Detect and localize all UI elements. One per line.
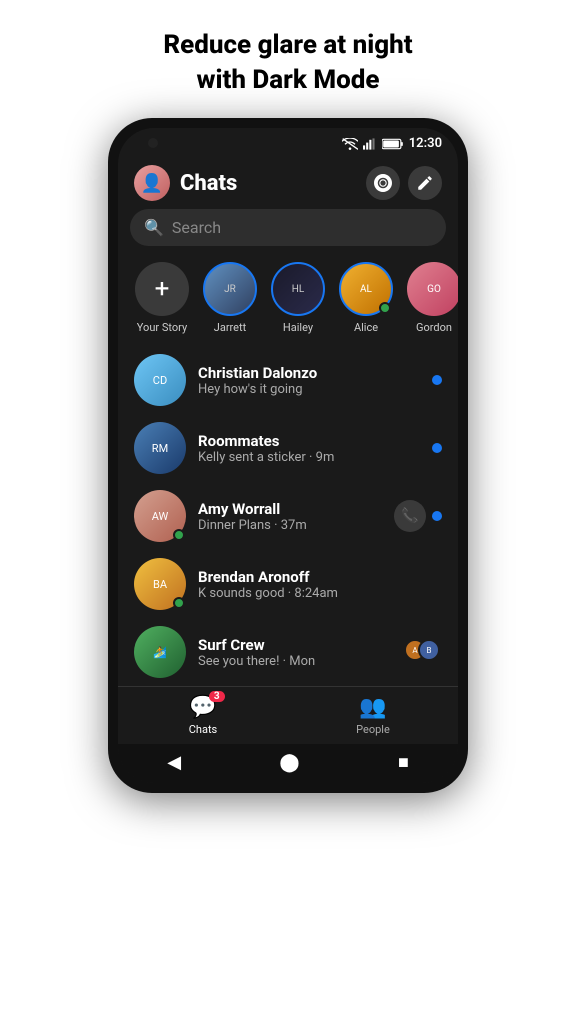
status-bar: 12:30 (118, 128, 458, 155)
story-label-jarrett: Jarrett (214, 321, 246, 334)
avatar-christian: CD (134, 354, 186, 406)
story-label-gordon: Gordon (416, 321, 452, 334)
user-avatar[interactable]: 👤 (134, 165, 170, 201)
chat-preview-roommates: Kelly sent a sticker · 9m (198, 450, 420, 465)
home-button[interactable]: ⬤ (279, 752, 299, 773)
chat-info-roommates: Roommates Kelly sent a sticker · 9m (198, 432, 420, 465)
avatar-roommates: RM (134, 422, 186, 474)
header-title: Chats (180, 171, 356, 196)
search-icon: 🔍 (144, 218, 164, 237)
story-item-alice[interactable]: AL Alice (334, 262, 398, 334)
recent-button[interactable]: ■ (398, 752, 409, 773)
story-label-your-story: Your Story (137, 321, 187, 334)
unread-dot-christian (432, 375, 442, 385)
chat-meta-roommates (432, 443, 442, 453)
people-nav-label: People (356, 723, 390, 736)
chat-meta-amy: 📞 (394, 500, 442, 532)
story-add-button[interactable]: + (135, 262, 189, 316)
chat-name-christian: Christian Dalonzo (198, 364, 420, 382)
status-time: 12:30 (409, 136, 442, 151)
chat-list: CD Christian Dalonzo Hey how's it going … (118, 346, 458, 686)
story-avatar-hailey: HL (271, 262, 325, 316)
compose-icon (416, 174, 434, 192)
wifi-icon (342, 138, 358, 150)
story-item-hailey[interactable]: HL Hailey (266, 262, 330, 334)
story-avatar-gordon: GO (407, 262, 458, 316)
phone-screen: 12:30 👤 Chats (118, 128, 458, 783)
amy-online-dot (173, 529, 185, 541)
bottom-nav: 💬 3 Chats 👥 People (118, 686, 458, 744)
camera-button[interactable] (366, 166, 400, 200)
signal-icon (363, 138, 377, 150)
chat-name-brendan: Brendan Aronoff (198, 568, 430, 586)
chat-name-amy: Amy Worrall (198, 500, 382, 518)
chat-item-christian[interactable]: CD Christian Dalonzo Hey how's it going (118, 346, 458, 414)
story-avatar-jarrett: JR (203, 262, 257, 316)
story-label-hailey: Hailey (283, 321, 313, 334)
chat-item-amy[interactable]: AW Amy Worrall Dinner Plans · 37m 📞 (118, 482, 458, 550)
call-button-amy[interactable]: 📞 (394, 500, 426, 532)
brendan-online-dot (173, 597, 185, 609)
chat-meta-christian (432, 375, 442, 385)
unread-dot-amy (432, 511, 442, 521)
nav-item-people[interactable]: 👥 People (288, 687, 458, 744)
stories-row: + Your Story JR Jarrett HL Hailey (118, 258, 458, 346)
chat-item-surf[interactable]: 🏄 Surf Crew See you there! · Mon A B (118, 618, 458, 686)
header-actions (366, 166, 442, 200)
story-item-gordon[interactable]: GO Gordon (402, 262, 458, 334)
search-placeholder: Search (172, 218, 221, 237)
chat-name-roommates: Roommates (198, 432, 420, 450)
app-header: 👤 Chats (118, 155, 458, 209)
chats-nav-label: Chats (189, 723, 217, 736)
story-item-jarrett[interactable]: JR Jarrett (198, 262, 262, 334)
surf-group-avatar-2: B (418, 639, 440, 661)
back-button[interactable]: ◀ (167, 752, 181, 773)
compose-button[interactable] (408, 166, 442, 200)
story-item-your-story[interactable]: + Your Story (130, 262, 194, 334)
chat-preview-amy: Dinner Plans · 37m (198, 518, 382, 533)
chat-item-roommates[interactable]: RM Roommates Kelly sent a sticker · 9m (118, 414, 458, 482)
chat-preview-christian: Hey how's it going (198, 382, 420, 397)
story-label-alice: Alice (354, 321, 378, 334)
chats-badge: 3 (209, 691, 225, 702)
chat-preview-surf: See you there! · Mon (198, 654, 392, 669)
unread-dot-roommates (432, 443, 442, 453)
phone-frame: 12:30 👤 Chats (108, 118, 468, 793)
camera-dot (148, 138, 158, 148)
page-headline: Reduce glare at night with Dark Mode (123, 0, 452, 118)
chat-name-surf: Surf Crew (198, 636, 392, 654)
status-icons: 12:30 (342, 136, 442, 151)
chat-item-brendan[interactable]: BA Brendan Aronoff K sounds good · 8:24a… (118, 550, 458, 618)
chats-nav-icon: 💬 3 (189, 695, 216, 720)
alice-online-dot (379, 302, 391, 314)
avatar-surf: 🏄 (134, 626, 186, 678)
avatar-amy-wrap: AW (134, 490, 186, 542)
battery-icon (382, 138, 404, 150)
android-nav-bar: ◀ ⬤ ■ (118, 744, 458, 783)
nav-item-chats[interactable]: 💬 3 Chats (118, 687, 288, 744)
search-bar[interactable]: 🔍 Search (130, 209, 446, 246)
chat-info-amy: Amy Worrall Dinner Plans · 37m (198, 500, 382, 533)
chat-info-surf: Surf Crew See you there! · Mon (198, 636, 392, 669)
camera-icon (374, 174, 392, 192)
chat-preview-brendan: K sounds good · 8:24am (198, 586, 430, 601)
chat-meta-surf: A B (404, 639, 442, 665)
chat-info-brendan: Brendan Aronoff K sounds good · 8:24am (198, 568, 430, 601)
avatar-brendan-wrap: BA (134, 558, 186, 610)
story-avatar-alice-wrap: AL (339, 262, 393, 316)
people-nav-icon: 👥 (359, 695, 386, 720)
chat-info-christian: Christian Dalonzo Hey how's it going (198, 364, 420, 397)
